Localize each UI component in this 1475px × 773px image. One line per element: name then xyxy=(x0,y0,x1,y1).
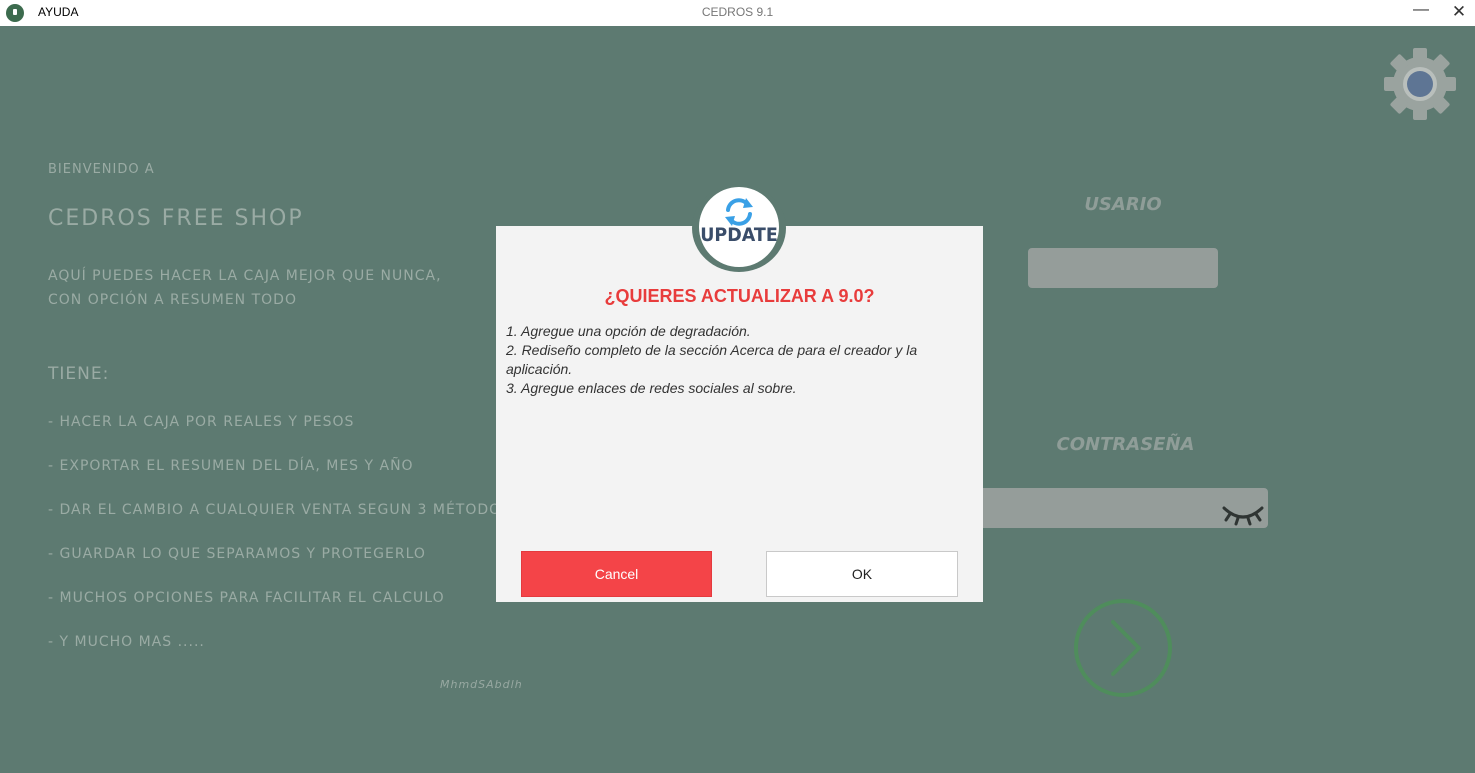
close-button[interactable]: ✕ xyxy=(1448,0,1470,26)
feature-item: - GUARDAR LO QUE SEPARAMOS Y PROTEGERLO xyxy=(48,546,426,562)
username-input[interactable] xyxy=(1028,248,1218,288)
welcome-greeting: BIENVENIDO A xyxy=(48,162,155,177)
chevron-right-icon[interactable] xyxy=(1073,598,1173,698)
author-signature: MhmdSAbdlh xyxy=(440,678,523,691)
feature-item: - EXPORTAR EL RESUMEN DEL DÍA, MES Y AÑO xyxy=(48,458,414,474)
minimize-button[interactable]: — xyxy=(1410,0,1432,26)
intro-line: AQUÍ PUEDES HACER LA CAJA MEJOR QUE NUNC… xyxy=(48,268,442,284)
username-label: USARIO xyxy=(1084,194,1162,215)
feature-item: - DAR EL CAMBIO A CUALQUIER VENTA SEGUN … xyxy=(48,502,508,518)
features-title: TIENE: xyxy=(48,364,110,384)
feature-item: - MUCHOS OPCIONES PARA FACILITAR EL CALC… xyxy=(48,590,445,606)
changelog-item: 2. Rediseño completo de la sección Acerc… xyxy=(506,342,918,377)
title-bar: AYUDA CEDROS 9.1 — ✕ xyxy=(0,0,1475,26)
intro-text: AQUÍ PUEDES HACER LA CAJA MEJOR QUE NUNC… xyxy=(48,264,518,312)
changelog: 1. Agregue una opción de degradación. 2.… xyxy=(506,322,976,398)
badge-label: UPDATE xyxy=(700,224,778,246)
cancel-button[interactable]: Cancel xyxy=(521,551,712,597)
update-badge: UPDATE xyxy=(692,184,786,272)
eye-closed-icon[interactable] xyxy=(1220,500,1266,528)
feature-item: - HACER LA CAJA POR REALES Y PESOS xyxy=(48,414,355,430)
features-list: - HACER LA CAJA POR REALES Y PESOS - EXP… xyxy=(48,410,508,674)
password-label: CONTRASEÑA xyxy=(1056,434,1195,455)
ok-button[interactable]: OK xyxy=(766,551,958,597)
changelog-item: 1. Agregue una opción de degradación. xyxy=(506,323,751,339)
gear-icon[interactable] xyxy=(1382,46,1458,122)
update-dialog xyxy=(496,226,983,602)
intro-line: CON OPCIÓN A RESUMEN TODO xyxy=(48,292,297,308)
brand-title: CEDROS FREE SHOP xyxy=(48,206,304,231)
changelog-item: 3. Agregue enlaces de redes sociales al … xyxy=(506,380,797,396)
feature-item: - Y MUCHO MAS ..... xyxy=(48,634,205,650)
window-title: CEDROS 9.1 xyxy=(701,5,774,19)
dialog-title: ¿QUIERES ACTUALIZAR A 9.0? xyxy=(604,286,875,306)
